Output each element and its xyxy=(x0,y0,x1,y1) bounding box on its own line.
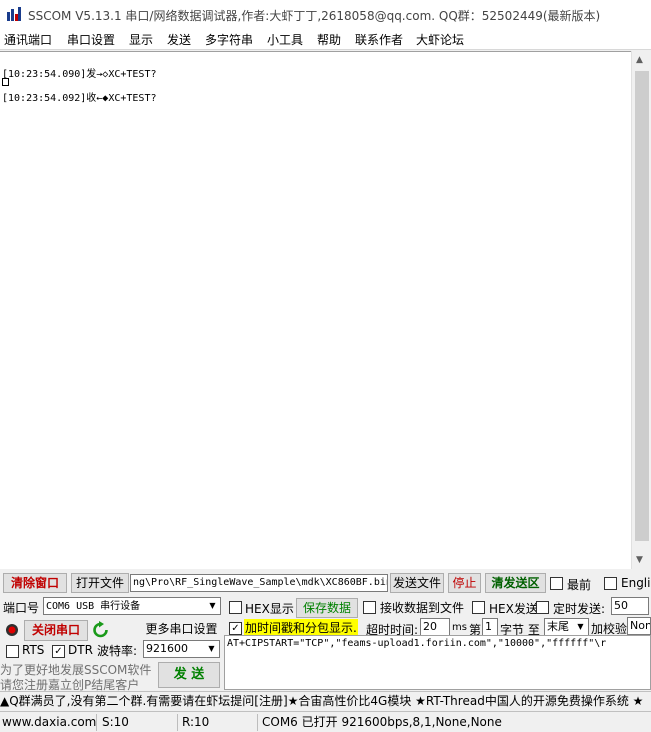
english-checkbox[interactable] xyxy=(604,577,617,590)
timed-interval-input[interactable]: 50 xyxy=(611,597,649,615)
menu-help[interactable]: 帮助 xyxy=(317,31,341,48)
receive-line-empty xyxy=(2,77,9,88)
topmost-label: 最前 xyxy=(567,578,592,592)
chevron-down-icon: ▼ xyxy=(573,619,588,635)
send-text-area[interactable]: AT+CIPSTART="TCP","feams-upload1.foriin.… xyxy=(224,635,651,690)
recv-to-file-checkbox[interactable] xyxy=(363,601,376,614)
more-serial-settings-button[interactable]: 更多串口设置 xyxy=(143,620,220,640)
hex-send-checkbox[interactable] xyxy=(472,601,485,614)
unprintable-char-box xyxy=(2,78,9,86)
receive-scrollbar[interactable]: ▲ ▼ xyxy=(631,51,651,569)
scroll-thumb[interactable] xyxy=(635,71,649,541)
menu-contact-author[interactable]: 联系作者 xyxy=(355,31,403,48)
close-port-button[interactable]: 关闭串口 xyxy=(24,620,88,641)
hex-display-checkbox[interactable] xyxy=(229,601,242,614)
rts-checkbox[interactable] xyxy=(6,645,19,658)
scroll-up-icon[interactable]: ▲ xyxy=(636,55,643,65)
receive-line: [10:23:54.092]收←◆XC+TEST? xyxy=(2,93,157,104)
save-data-button[interactable]: 保存数据 xyxy=(296,598,358,618)
checksum-select[interactable]: None xyxy=(627,617,651,635)
clear-window-button[interactable]: 清除窗口 xyxy=(3,573,67,593)
baud-rate-select[interactable]: 921600 ▼ xyxy=(143,640,220,658)
end-select-value: 末尾 xyxy=(547,620,569,633)
status-bar: www.daxia.com S:10 R:10 COM6 已打开 921600b… xyxy=(0,711,651,732)
port-select[interactable]: COM6 USB 串行设备 ▼ xyxy=(43,597,221,615)
send-file-button[interactable]: 发送文件 xyxy=(390,573,444,593)
english-label: English xyxy=(621,576,651,590)
timestamp-label: 加时间戳和分包显示. xyxy=(244,619,358,636)
stop-button[interactable]: 停止 xyxy=(448,573,481,593)
receive-line: [10:23:54.090]发→◇XC+TEST? xyxy=(2,69,157,80)
status-port-info: COM6 已打开 921600bps,8,1,None,None xyxy=(262,715,502,729)
baud-rate-value: 921600 xyxy=(146,642,188,655)
chevron-down-icon: ▼ xyxy=(204,641,219,657)
clear-send-label: 清发送区 xyxy=(491,576,540,590)
ms-label: ms xyxy=(452,622,467,633)
timed-send-label: 定时发送: xyxy=(553,602,606,616)
status-received-count: R:10 xyxy=(180,714,258,731)
close-port-label: 关闭串口 xyxy=(31,623,80,637)
dtr-checkbox[interactable]: ✓ xyxy=(52,645,65,658)
menu-bar: 通讯端口 串口设置 显示 发送 多字符串 小工具 帮助 联系作者 大虾论坛 xyxy=(0,28,651,50)
refresh-icon[interactable] xyxy=(92,621,109,639)
title-bar: SSCOM V5.13.1 串口/网络数据调试器,作者:大虾丁丁,2618058… xyxy=(0,0,651,28)
recv-to-file-label: 接收数据到文件 xyxy=(380,601,465,615)
app-icon xyxy=(7,7,21,21)
timestamp-checkbox[interactable]: ✓ xyxy=(229,622,242,635)
menu-tools[interactable]: 小工具 xyxy=(267,31,303,48)
status-website[interactable]: www.daxia.com xyxy=(0,714,97,731)
timed-send-checkbox[interactable] xyxy=(536,601,549,614)
send-button[interactable]: 发 送 xyxy=(158,662,220,688)
menu-multi-string[interactable]: 多字符串 xyxy=(205,31,253,48)
menu-forum[interactable]: 大虾论坛 xyxy=(416,31,464,48)
baud-rate-label: 波特率: xyxy=(97,644,138,658)
scroll-down-icon[interactable]: ▼ xyxy=(636,555,643,565)
port-label: 端口号 xyxy=(3,601,40,615)
menu-comm-port[interactable]: 通讯端口 xyxy=(4,31,52,48)
menu-display[interactable]: 显示 xyxy=(129,31,153,48)
open-file-button[interactable]: 打开文件 xyxy=(71,573,129,593)
port-select-value: COM6 USB 串行设备 xyxy=(46,601,141,612)
clear-send-button[interactable]: 清发送区 xyxy=(485,573,546,593)
rts-label: RTS xyxy=(22,643,45,657)
port-status-icon xyxy=(6,624,18,636)
topmost-checkbox[interactable] xyxy=(550,577,563,590)
receive-area[interactable]: [10:23:54.090]发→◇XC+TEST? [10:23:54.092]… xyxy=(0,51,631,569)
clear-window-label: 清除窗口 xyxy=(10,576,59,590)
end-select[interactable]: 末尾 ▼ xyxy=(544,618,589,636)
send-button-label: 发 送 xyxy=(173,667,205,682)
ad-bar[interactable]: ▲Q群满员了,没有第二个群.有需要请在虾坛提问[注册]★合宙高性价比4G模块 ★… xyxy=(0,691,651,711)
nth-byte-input[interactable]: 1 xyxy=(482,618,498,636)
file-path-field[interactable]: ng\Pro\RF_SingleWave_Sample\mdk\XC860BF.… xyxy=(130,574,388,592)
hex-display-label: HEX显示 xyxy=(245,602,294,616)
hex-send-label: HEX发送 xyxy=(489,602,538,616)
save-data-label: 保存数据 xyxy=(302,601,351,615)
window-title: SSCOM V5.13.1 串口/网络数据调试器,作者:大虾丁丁,2618058… xyxy=(28,9,601,23)
menu-serial-settings[interactable]: 串口设置 xyxy=(67,31,115,48)
menu-send[interactable]: 发送 xyxy=(167,31,191,48)
dtr-label: DTR xyxy=(68,643,93,657)
chevron-down-icon: ▼ xyxy=(205,598,220,614)
timeout-input[interactable]: 20 xyxy=(420,618,450,636)
stop-label: 停止 xyxy=(452,576,477,590)
status-sent-count: S:10 xyxy=(100,714,178,731)
